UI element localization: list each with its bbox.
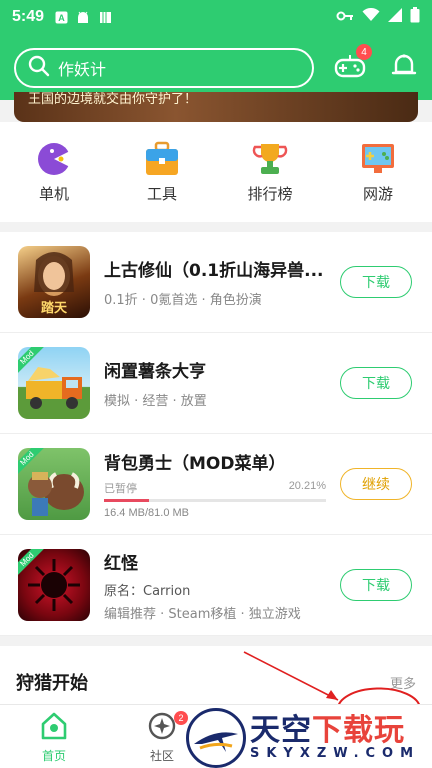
category-rankings[interactable]: 排行榜: [230, 141, 310, 204]
game-list-item[interactable]: Mod 闲置薯条大亨 模拟 · 经营 · 放置 下载: [0, 333, 432, 434]
notification-a-icon: A: [54, 10, 68, 24]
game-name: 背包勇士（MOD菜单）: [104, 454, 286, 474]
banner-text: 王国的边境就交由你守护了！: [28, 92, 198, 107]
divider: [0, 222, 432, 232]
game-tags: 编辑推荐 · Steam移植 · 独立游戏: [104, 606, 301, 622]
battery-icon: [410, 7, 420, 27]
game-tags: 模拟 · 经营 · 放置: [104, 394, 207, 409]
game-tags: 0.1折 · 0氪首选 · 角色扮演: [104, 293, 262, 308]
main-content: 单机 工具 排行榜 网游 踏天 上古修仙（0.1折山海异兽... 0.1折 · …: [0, 122, 432, 718]
category-row: 单机 工具 排行榜 网游: [0, 122, 432, 222]
plane-logo-icon: [186, 708, 246, 768]
notifications-button[interactable]: [386, 50, 422, 86]
game-icon: Mod: [18, 549, 90, 621]
game-center-button[interactable]: 4: [332, 44, 372, 86]
search-placeholder: 作妖计: [58, 60, 107, 79]
svg-text:A: A: [58, 13, 65, 23]
search-input[interactable]: 作妖计: [14, 48, 314, 88]
key-icon: [336, 8, 354, 26]
game-list-item[interactable]: Mod 红怪 原名：Carrion 编辑推荐 · Steam移植 · 独立游戏 …: [0, 535, 432, 636]
trophy-icon: [252, 141, 288, 177]
game-list-item[interactable]: 踏天 上古修仙（0.1折山海异兽... 0.1折 · 0氪首选 · 角色扮演 下…: [0, 232, 432, 333]
status-bar: 5:49 A: [0, 0, 432, 34]
category-label: 网游: [362, 184, 393, 203]
gamepad-badge: 4: [356, 44, 372, 60]
category-single-player[interactable]: 单机: [14, 141, 94, 204]
signal-icon: [388, 8, 402, 26]
book-icon: [98, 10, 112, 24]
wifi-icon: [362, 7, 380, 26]
toolbox-icon: [144, 141, 180, 177]
game-name: 闲置薯条大亨: [104, 362, 206, 382]
progress-bar: [104, 499, 326, 502]
svg-text:踏天: 踏天: [41, 300, 68, 316]
category-label: 工具: [146, 184, 177, 203]
game-icon: Mod: [18, 347, 90, 419]
game-icon: 踏天: [18, 246, 90, 318]
nav-home[interactable]: 首页: [0, 705, 108, 768]
watermark-main-a: 天空: [250, 712, 312, 748]
community-icon: [147, 711, 177, 745]
download-progress-row: 已暂停 20.21%: [104, 480, 326, 496]
android-icon: [76, 10, 90, 24]
category-label: 排行榜: [247, 184, 293, 203]
download-button[interactable]: 下载: [340, 569, 412, 601]
search-icon: [28, 55, 50, 81]
download-button[interactable]: 下载: [340, 367, 412, 399]
banner-carousel[interactable]: 王国的边境就交由你守护了！: [14, 92, 418, 122]
bell-icon: [390, 52, 418, 84]
gamepad-screen-icon: [360, 141, 396, 177]
download-status: 已暂停: [104, 483, 137, 495]
category-label: 单机: [38, 184, 69, 203]
continue-button[interactable]: 继续: [340, 468, 412, 500]
divider: [0, 636, 432, 646]
game-list-item[interactable]: Mod 背包勇士（MOD菜单） 已暂停 20.21% 16.4 MB/81.0 …: [0, 434, 432, 535]
watermark-main-b: 下载玩: [312, 712, 405, 748]
download-size: 16.4 MB/81.0 MB: [104, 507, 189, 519]
game-name: 上古修仙（0.1折山海异兽...: [104, 261, 324, 281]
section-title: 狩猎开始: [16, 673, 88, 694]
download-button[interactable]: 下载: [340, 266, 412, 298]
game-name: 红怪: [104, 553, 138, 574]
category-tools[interactable]: 工具: [122, 141, 202, 204]
pacman-icon: [36, 141, 72, 177]
game-original-name: 原名：Carrion: [104, 583, 191, 599]
app-header: 5:49 A 作妖计 4: [0, 0, 432, 100]
nav-label: 首页: [41, 749, 66, 763]
game-icon: Mod: [18, 448, 90, 520]
site-watermark: 天空下载玩 SKYXZW.COM: [186, 708, 432, 768]
status-time: 5:49: [12, 8, 45, 25]
home-icon: [39, 711, 69, 745]
nav-label: 社区: [149, 749, 174, 763]
more-link[interactable]: 更多: [390, 673, 416, 692]
watermark-sub: SKYXZW.COM: [250, 745, 421, 761]
download-percent: 20.21%: [288, 480, 326, 492]
progress-fill: [104, 499, 149, 502]
category-online-games[interactable]: 网游: [338, 141, 418, 204]
